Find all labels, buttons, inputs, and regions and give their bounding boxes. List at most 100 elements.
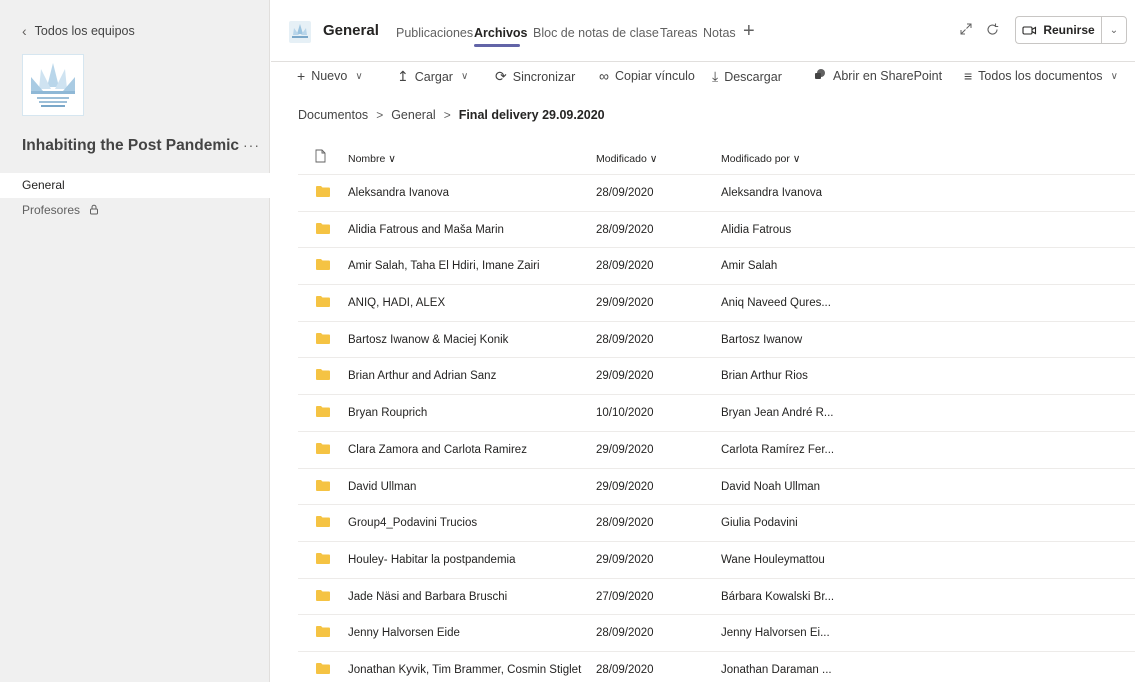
table-row[interactable]: Jonathan Kyvik, Tim Brammer, Cosmin Stig… [298,652,1135,682]
folder-icon [316,259,330,271]
breadcrumb-documentos[interactable]: Documentos [298,108,368,122]
add-tab-button[interactable]: + [743,20,755,43]
download-icon: ⤓ [712,68,719,84]
team-logo[interactable] [22,54,84,116]
expand-icon[interactable] [959,22,973,39]
table-row[interactable]: Aleksandra Ivanova 28/09/2020 Aleksandra I… [298,175,1135,212]
sync-icon: ⟳ [495,68,507,84]
new-button[interactable]: + Nuevo ∨ [297,68,363,84]
team-more-options-button[interactable]: ··· [243,137,260,153]
table-row[interactable]: Bryan Rouprich 10/10/2020 Bryan Jean André… [298,395,1135,432]
open-sharepoint-button[interactable]: Abrir en SharePoint [814,68,942,84]
table-row[interactable]: Alidia Fatrous and Maša Marin 28/09/2020 A… [298,212,1135,249]
folder-icon [316,332,330,344]
column-header-name[interactable]: Nombre ∨ [348,153,396,165]
tab-archivos[interactable]: Archivos [474,26,528,40]
channel-team-icon [289,21,311,43]
back-to-all-teams-link[interactable]: ‹ Todos los equipos [22,23,135,39]
breadcrumb-general[interactable]: General [391,108,435,122]
table-body: Aleksandra Ivanova 28/09/2020 Aleksandra I… [298,175,1135,682]
table-row[interactable]: ANIQ, HADI, ALEX 29/09/2020 Aniq Naveed Qu… [298,285,1135,322]
file-name-link[interactable]: David Ullman [348,481,593,493]
view-label: Todos los documentos [978,69,1103,83]
column-header-modified[interactable]: Modificado ∨ [596,153,657,165]
view-selector[interactable]: ≡ Todos los documentos ∨ [964,68,1118,84]
modified-date: 10/10/2020 [596,407,654,420]
active-tab-indicator [474,44,520,47]
team-name: Inhabiting the Post Pandemic [22,137,240,154]
table-row[interactable]: Bartosz Iwanow & Maciej Konik 28/09/2020 B… [298,322,1135,359]
folder-icon [316,589,330,601]
table-row[interactable]: Brian Arthur and Adrian Sanz 29/09/2020 Br… [298,358,1135,396]
private-lock-icon [89,199,99,224]
sidebar-item-general[interactable]: General [0,173,270,198]
breadcrumb-current-folder: Final delivery 29.09.2020 [458,108,605,122]
upload-button[interactable]: ↥ Cargar ∨ [397,68,468,85]
open-sharepoint-label: Abrir en SharePoint [833,69,943,83]
file-name-link[interactable]: ANIQ, HADI, ALEX [348,297,593,309]
table-row[interactable]: Amir Salah, Taha El Hdiri, Imane Zairi 28… [298,248,1135,286]
folder-icon [316,222,330,234]
sync-label: Sincronizar [512,69,576,84]
file-name-link[interactable]: Jonathan Kyvik, Tim Brammer, Cosmin Stig… [348,664,593,676]
copy-link-button[interactable]: ∞ Copiar vínculo [599,68,695,84]
table-row[interactable]: Clara Zamora and Carlota Ramirez 29/09/20… [298,432,1135,469]
tab-tareas[interactable]: Tareas [660,26,698,40]
file-name-link[interactable]: Houley- Habitar la postpandemia [348,554,593,566]
channel-header: General Publicaciones Archivos Bloc de n… [271,0,1135,62]
meet-dropdown-button[interactable]: ⌄ [1101,16,1127,44]
folder-icon [316,186,330,197]
table-row[interactable]: Jade Näsi and Barbara Bruschi 27/09/2020 B… [298,579,1135,616]
tab-notas[interactable]: Notas [703,26,736,40]
file-name-link[interactable]: Brian Arthur and Adrian Sanz [348,370,593,382]
modified-date: 29/09/2020 [596,480,654,493]
modified-date: 28/09/2020 [596,517,654,530]
file-name-link[interactable]: Group4_Podavini Trucios [348,517,593,529]
modified-by: Bárbara Kowalski Br... [721,590,835,603]
table-row[interactable]: Jenny Halvorsen Eide 28/09/2020 Jenny Halv… [298,615,1135,652]
table-row[interactable]: Group4_Podavini Trucios 28/09/2020 Giulia … [298,505,1135,542]
file-name-link[interactable]: Jade Näsi and Barbara Bruschi [348,591,593,603]
table-row[interactable]: David Ullman 29/09/2020 David Noah Ullman [298,469,1135,506]
file-name-link[interactable]: Alidia Fatrous and Maša Marin [348,224,593,236]
meet-button[interactable]: Reunirse [1015,16,1101,44]
sidebar-item-profesores[interactable]: Profesores [0,198,270,223]
file-type-icon [315,149,326,166]
channel-label: Profesores [22,203,81,217]
files-toolbar: + Nuevo ∨ ↥ Cargar ∨ ⟳ Sincronizar ∞ Cop… [271,62,1135,90]
folder-icon [316,516,330,528]
modified-by: Bartosz Iwanow [721,333,803,346]
modified-date: 28/09/2020 [596,187,654,199]
tab-bloc-de-notas[interactable]: Bloc de notas de clase [533,26,659,40]
modified-by: Amir Salah [721,260,778,273]
channel-title: General [323,22,379,39]
modified-date: 28/09/2020 [596,260,654,273]
tab-publicaciones[interactable]: Publicaciones [396,26,473,40]
column-header-modified-by[interactable]: Modificado por ∨ [721,153,800,165]
new-label: Nuevo [311,69,348,83]
channel-label: General [22,178,65,192]
table-row[interactable]: Houley- Habitar la postpandemia 29/09/202… [298,542,1135,579]
file-name-link[interactable]: Clara Zamora and Carlota Ramirez [348,444,593,456]
modified-date: 28/09/2020 [596,333,654,346]
sync-button[interactable]: ⟳ Sincronizar [495,68,575,85]
chevron-down-icon: ⌄ [1109,24,1119,36]
download-button[interactable]: ⤓ Descargar [712,68,782,85]
sidebar: ‹ Todos los equipos Inhabiting the Post … [0,0,270,682]
file-name-link[interactable]: Amir Salah, Taha El Hdiri, Imane Zairi [348,260,593,272]
list-filter-icon: ≡ [964,68,973,84]
file-name-link[interactable]: Bartosz Iwanow & Maciej Konik [348,334,593,346]
chevron-right-icon: > [443,108,451,122]
folder-icon [316,626,330,638]
modified-date: 29/09/2020 [596,370,654,383]
file-name-link[interactable]: Bryan Rouprich [348,407,593,419]
refresh-icon[interactable] [985,22,1000,40]
modified-by: Bryan Jean André R... [721,407,834,420]
modified-date: 27/09/2020 [596,590,654,603]
chevron-left-icon: ‹ [22,23,27,39]
column-modified-by-label: Modificado por [721,153,790,165]
folder-icon [316,369,330,381]
file-name-link[interactable]: Jenny Halvorsen Eide [348,627,593,639]
file-name-link[interactable]: Aleksandra Ivanova [348,187,593,199]
folder-icon [316,406,330,418]
